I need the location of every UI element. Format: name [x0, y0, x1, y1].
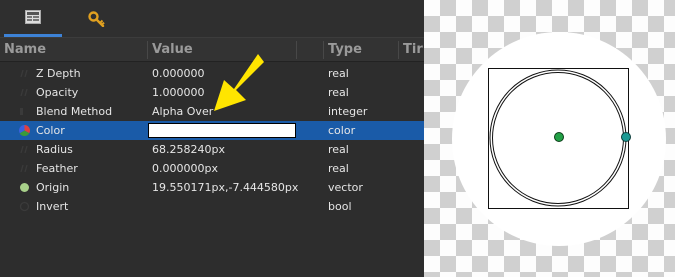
- param-value[interactable]: 0.000000px: [152, 159, 218, 178]
- param-type: color: [328, 124, 356, 137]
- param-type: real: [328, 143, 349, 156]
- vector-param-icon: [20, 183, 29, 192]
- param-row-radius[interactable]: Radius 68.258240px real: [0, 140, 424, 159]
- tab-keyframes[interactable]: [68, 0, 126, 37]
- param-value[interactable]: 1.000000: [152, 83, 205, 102]
- key-icon: [88, 10, 105, 27]
- param-name: Blend Method: [36, 105, 113, 118]
- canvas-area[interactable]: [424, 0, 675, 277]
- params-panel-icon: [25, 10, 41, 24]
- param-type: bool: [328, 200, 352, 213]
- tab-params[interactable]: [4, 0, 62, 37]
- param-row-invert[interactable]: Invert bool: [0, 197, 424, 216]
- param-name: Feather: [36, 162, 78, 175]
- param-row-feather[interactable]: Feather 0.000000px real: [0, 159, 424, 178]
- color-param-icon: [19, 125, 30, 136]
- param-type: integer: [328, 105, 368, 118]
- param-type: real: [328, 67, 349, 80]
- param-name: Color: [36, 124, 65, 137]
- real-param-icon: [20, 69, 28, 78]
- param-name: Invert: [36, 200, 69, 213]
- yellow-arrow-annotation-icon: [214, 54, 264, 111]
- bool-param-icon: [19, 201, 30, 212]
- column-separator[interactable]: [296, 41, 297, 59]
- param-row-origin[interactable]: Origin 19.550171px,-7.444580px vector: [0, 178, 424, 197]
- param-name: Radius: [36, 143, 73, 156]
- radius-handle[interactable]: [621, 132, 631, 142]
- param-type: vector: [328, 181, 363, 194]
- param-name: Origin: [36, 181, 70, 194]
- param-type: real: [328, 162, 349, 175]
- color-swatch-field[interactable]: [148, 123, 296, 138]
- column-header-time[interactable]: Tir: [399, 38, 424, 62]
- real-param-icon: [20, 164, 28, 173]
- param-row-color[interactable]: Color color: [0, 121, 424, 140]
- param-type: real: [328, 86, 349, 99]
- param-value[interactable]: 68.258240px: [152, 140, 225, 159]
- param-value[interactable]: 0.000000: [152, 64, 205, 83]
- origin-handle[interactable]: [554, 132, 564, 142]
- panel-tab-bar: [0, 0, 424, 37]
- column-header-type[interactable]: Type: [324, 38, 398, 62]
- params-panel: Name Value Type Tir Z Depth 0.000000 rea…: [0, 0, 424, 277]
- param-name: Z Depth: [36, 67, 81, 80]
- real-param-icon: [20, 145, 28, 154]
- param-name: Opacity: [36, 86, 79, 99]
- circle-layer-render: [452, 32, 666, 246]
- param-value[interactable]: 19.550171px,-7.444580px: [152, 178, 298, 197]
- column-header-name[interactable]: Name: [0, 38, 147, 62]
- real-param-icon: [20, 88, 28, 97]
- integer-param-icon: [20, 108, 23, 115]
